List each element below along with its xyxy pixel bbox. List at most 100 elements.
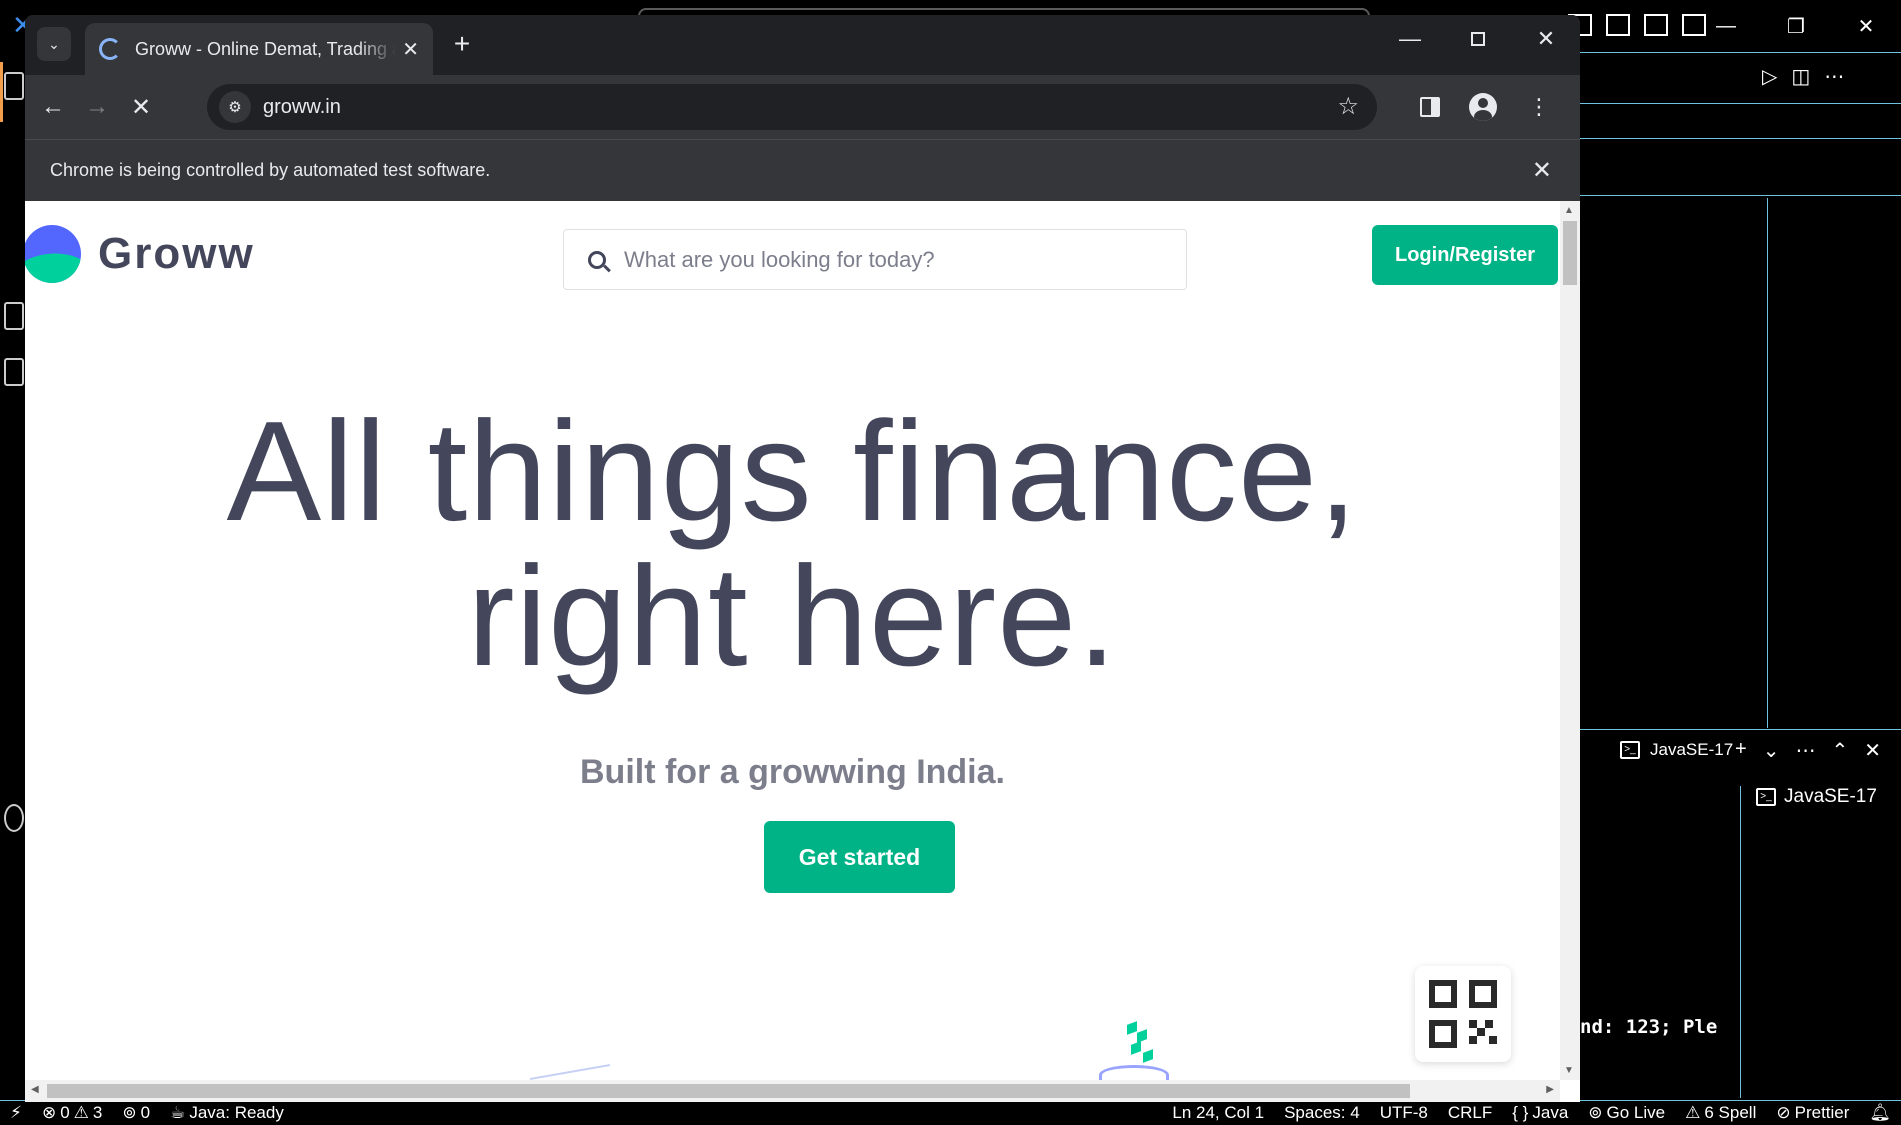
maximize-icon[interactable]	[1444, 15, 1512, 63]
scrollbar-thumb[interactable]	[1563, 221, 1577, 285]
search-input[interactable]	[624, 246, 1164, 273]
toggle-secondary-sidebar-icon[interactable]	[1644, 14, 1668, 36]
minimap-divider	[1767, 198, 1768, 728]
activity-bar	[0, 52, 26, 1100]
page-viewport: Groww Login/Register All things finance,…	[25, 201, 1580, 1102]
breadcrumb-bar	[1580, 138, 1901, 196]
go-live[interactable]: ⊚ Go Live	[1578, 1103, 1675, 1123]
remote-icon[interactable]: ⚡	[0, 1103, 32, 1123]
coffee-icon: ☕	[170, 1103, 186, 1122]
cursor-position[interactable]: Ln 24, Col 1	[1162, 1103, 1274, 1123]
scrollbar-thumb[interactable]	[47, 1084, 1410, 1098]
hero-heading-line1: All things finance,	[226, 392, 1359, 551]
infobar-close-icon[interactable]: ✕	[1532, 156, 1552, 185]
site-info-icon[interactable]: ⚙	[219, 91, 251, 123]
vscode-restore-icon[interactable]: ❐	[1761, 0, 1831, 52]
scroll-right-icon[interactable]: ▶	[1546, 1084, 1554, 1095]
ports-count: 0	[140, 1103, 151, 1122]
vscode-window-controls: — ❐ ✕	[1691, 0, 1901, 52]
notifications-icon[interactable]: 🔔︎	[1859, 1103, 1901, 1123]
tab-search-chevron-down-icon[interactable]: ⌄	[37, 27, 71, 61]
layout-controls	[1568, 14, 1706, 36]
indentation[interactable]: Spaces: 4	[1274, 1103, 1370, 1123]
scroll-up-icon[interactable]: ▲	[1564, 205, 1574, 216]
chrome-window-controls: — ✕	[1376, 15, 1580, 63]
chrome-window: ⌄ Groww - Online Demat, Trading and Dire…	[25, 15, 1580, 1102]
profile-icon[interactable]	[1465, 89, 1501, 125]
automation-infobar: Chrome is being controlled by automated …	[25, 139, 1580, 201]
line-ending[interactable]: CRLF	[1438, 1103, 1502, 1123]
forward-arrow-icon[interactable]: →	[79, 89, 115, 125]
browser-tab[interactable]: Groww - Online Demat, Trading and Direct…	[85, 23, 433, 75]
hero-heading-line2: right here.	[467, 537, 1118, 696]
stop-loading-icon[interactable]: ✕	[123, 89, 159, 125]
terminal-label[interactable]: JavaSE-17	[1650, 740, 1733, 760]
extensions-icon[interactable]	[4, 302, 24, 330]
vscode-minimize-icon[interactable]: —	[1691, 0, 1761, 52]
prettier[interactable]: ⊘ Prettier	[1766, 1103, 1859, 1123]
address-bar[interactable]: ⚙ groww.in ☆	[207, 84, 1377, 130]
panel-divider	[1580, 729, 1901, 730]
language-mode[interactable]: { } Java	[1502, 1103, 1578, 1123]
encoding[interactable]: UTF-8	[1370, 1103, 1438, 1123]
chevron-down-icon[interactable]: ⌄	[1763, 738, 1780, 763]
groww-logo-icon[interactable]	[25, 225, 81, 283]
ports-indicator[interactable]: ⊚ 0	[112, 1103, 160, 1123]
close-window-icon[interactable]: ✕	[1512, 15, 1580, 63]
new-tab-plus-icon[interactable]: +	[445, 27, 479, 61]
terminal-list-label: JavaSE-17	[1784, 786, 1877, 807]
login-register-button[interactable]: Login/Register	[1372, 225, 1558, 285]
split-editor-icon[interactable]: ◫	[1791, 64, 1810, 89]
star-icon[interactable]: ☆	[1337, 92, 1359, 121]
loading-spinner-icon	[99, 38, 121, 60]
close-panel-icon[interactable]: ✕	[1864, 738, 1881, 763]
prettier-icon: ⊘	[1776, 1103, 1791, 1122]
brand-name[interactable]: Groww	[98, 229, 255, 279]
run-icon[interactable]: ▷	[1762, 64, 1777, 89]
broadcast-icon: ⊚	[1588, 1103, 1603, 1122]
broadcast-icon: ⊚	[122, 1103, 137, 1122]
error-icon: ⊗	[41, 1103, 57, 1122]
terminal-list-divider	[1740, 786, 1741, 1098]
search-icon	[588, 250, 606, 269]
warning-count: 3	[92, 1103, 103, 1122]
new-terminal-icon[interactable]: +	[1735, 738, 1747, 763]
minimize-icon[interactable]: —	[1376, 15, 1444, 63]
vscode-close-icon[interactable]: ✕	[1831, 0, 1901, 52]
braces-icon: { }	[1512, 1103, 1529, 1122]
java-status[interactable]: ☕ Java: Ready	[160, 1103, 294, 1123]
browser-toolbar: ← → ✕ ⚙ groww.in ☆ ⋮	[25, 75, 1580, 139]
problems-indicator[interactable]: ⊗ 0 ⚠ 3	[32, 1103, 112, 1123]
account-icon[interactable]	[4, 804, 24, 832]
terminal-list-item[interactable]: >_ JavaSE-17	[1756, 786, 1877, 808]
back-arrow-icon[interactable]: ←	[35, 89, 71, 125]
terminal-icon: >_	[1620, 741, 1640, 759]
decorative-blocks-illustration	[1127, 1021, 1155, 1067]
language-label: Java	[1532, 1103, 1569, 1122]
tab-close-icon[interactable]: ✕	[402, 37, 419, 62]
explorer-icon[interactable]	[4, 72, 24, 100]
terminal-icon: >_	[1756, 788, 1776, 806]
error-count: 0	[60, 1103, 70, 1122]
search-box[interactable]	[563, 229, 1187, 290]
vertical-scrollbar[interactable]: ▲ ▼	[1560, 201, 1580, 1080]
status-bar: ⚡ ⊗ 0 ⚠ 3 ⊚ 0 ☕ Java: Ready Ln 24, Col 1…	[0, 1100, 1901, 1125]
more-icon[interactable]: ⋯	[1795, 738, 1815, 763]
toggle-panel-icon[interactable]	[1606, 14, 1630, 36]
side-panel-icon[interactable]	[1412, 89, 1448, 125]
testing-icon[interactable]	[4, 358, 24, 386]
horizontal-scrollbar[interactable]: ◀ ▶	[25, 1080, 1560, 1102]
infobar-text: Chrome is being controlled by automated …	[50, 160, 491, 180]
scroll-down-icon[interactable]: ▼	[1564, 1065, 1574, 1076]
warning-icon: ⚠	[1685, 1103, 1701, 1122]
kebab-menu-icon[interactable]: ⋮	[1521, 89, 1557, 125]
get-started-button[interactable]: Get started	[764, 821, 955, 893]
editor-tabs-bar	[1580, 52, 1901, 104]
scroll-left-icon[interactable]: ◀	[31, 1084, 39, 1095]
maximize-panel-icon[interactable]: ⌃	[1831, 738, 1848, 763]
more-actions-icon[interactable]: ⋯	[1824, 64, 1844, 89]
qr-code-icon[interactable]	[1415, 966, 1511, 1062]
url-text[interactable]: groww.in	[263, 96, 341, 119]
spell-check[interactable]: ⚠ 6 Spell	[1675, 1103, 1766, 1123]
terminal-header: >_ JavaSE-17	[1620, 740, 1733, 760]
